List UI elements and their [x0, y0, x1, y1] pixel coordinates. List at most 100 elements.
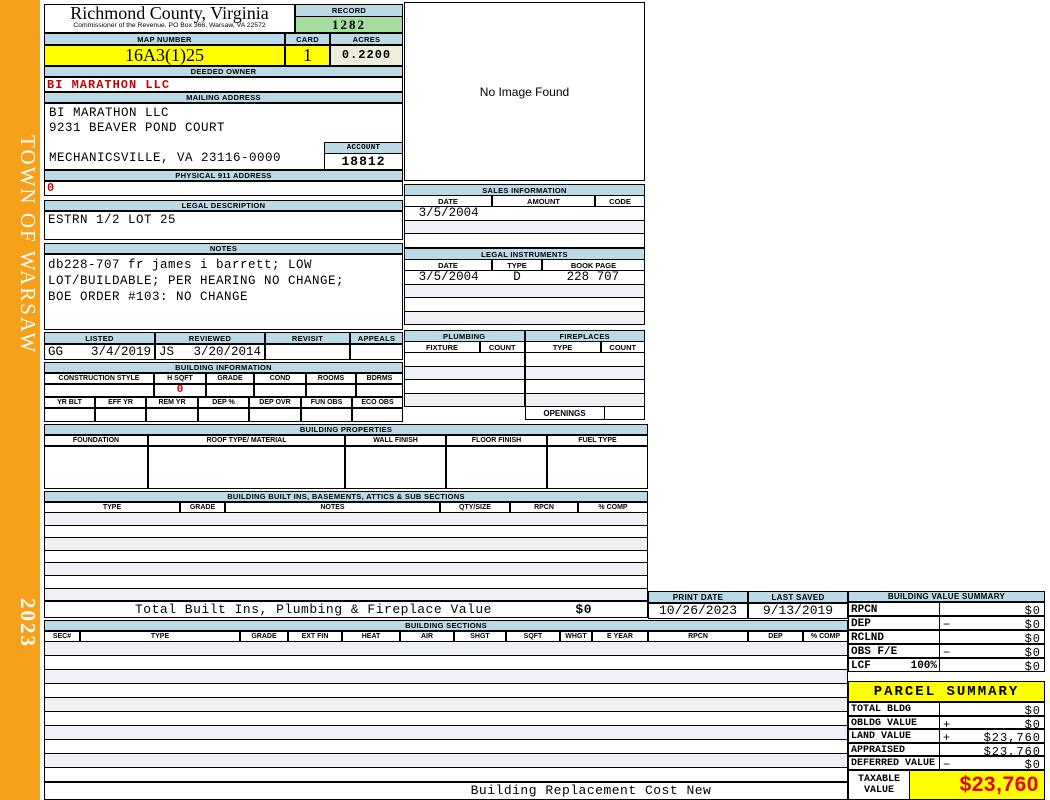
taxable-value-cell: $23,760 — [910, 769, 1045, 800]
listed-by: GG — [48, 345, 64, 359]
empty-row — [44, 538, 648, 551]
fixture-count-header: COUNT — [480, 341, 525, 353]
last-saved-value: 9/13/2019 — [748, 603, 848, 619]
building-value-summary-header: BUILDING VALUE SUMMARY — [848, 591, 1045, 602]
bdrms-value — [356, 384, 403, 397]
physical-911-address-value: 0 — [44, 181, 403, 196]
appeals-value — [350, 344, 403, 360]
dep-ovr-header: DEP OVR — [249, 397, 301, 408]
roof-type-material-value — [148, 446, 345, 489]
plumbing-fireplaces-table: PLUMBING FIREPLACES FIXTURE COUNT TYPE C… — [404, 330, 645, 420]
instrument-row — [404, 298, 645, 312]
jurisdiction-banner: TOWN OF WARSAW 2023 — [0, 0, 40, 800]
built-ins-total-label: Total Built Ins, Plumbing & Fireplace Va… — [135, 602, 492, 618]
empty-row — [44, 642, 848, 656]
openings-value — [604, 407, 645, 420]
building-sections-header: BUILDING SECTIONS — [44, 620, 848, 631]
construction-style-header: CONSTRUCTION STYLE — [44, 373, 154, 384]
instrument-row: 3/5/2004 D 228 707 — [404, 271, 645, 285]
property-record-card: TOWN OF WARSAW 2023 Richmond County, Vir… — [0, 0, 1050, 800]
mailing-line: 9231 BEAVER POND COURT — [49, 121, 226, 135]
empty-row — [44, 670, 848, 684]
card-header: CARD — [285, 33, 330, 45]
building-replacement-cost-row: Building Replacement Cost New — [44, 782, 848, 800]
taxable-value-label: TAXABLE VALUE — [848, 769, 910, 800]
construction-style-value — [44, 384, 154, 397]
rem-yr-value — [146, 408, 198, 422]
notes-line: BOE ORDER #103: NO CHANGE — [48, 290, 249, 304]
air-header: AIR — [400, 631, 454, 642]
taxable-value-amount: $23,760 — [959, 772, 1039, 796]
empty-row — [44, 684, 848, 698]
sec-num-header: SEC# — [44, 631, 80, 642]
roof-type-material-header: ROOF TYPE/ MATERIAL — [148, 435, 345, 446]
fun-obs-header: FUN OBS — [301, 397, 352, 408]
notes-line: db228-707 fr james i barrett; LOW — [48, 258, 313, 272]
summary-row-rclnd: RCLND $0 — [848, 630, 1045, 646]
empty-row — [44, 550, 648, 564]
dep-pct-header: DEP % — [198, 397, 249, 408]
ext-fin-header: EXT FIN — [288, 631, 342, 642]
dep-pct-value — [198, 408, 249, 422]
shgt-header: SHGT — [454, 631, 506, 642]
built-ins-table: BUILDING BUILT INS, BASEMENTS, ATTICS & … — [44, 491, 648, 619]
yr-blt-header: YR BLT — [44, 397, 95, 408]
plumbing-row — [404, 353, 645, 367]
sales-amount-header: AMOUNT — [492, 195, 595, 207]
acres-value: 0.2200 — [330, 45, 403, 66]
revisit-header: REVISIT — [265, 332, 350, 344]
revisit-value — [265, 344, 350, 360]
tax-year-vertical-label: 2023 — [16, 598, 40, 648]
builtins-qty-size-header: QTY/SIZE — [440, 502, 510, 513]
builtins-type-header: TYPE — [44, 502, 180, 513]
listed-header: LISTED — [44, 332, 155, 344]
bdrms-header: BDRMS — [356, 373, 403, 384]
eff-yr-value — [95, 408, 146, 422]
summary-row-dep: DEP − $0 — [848, 616, 1045, 632]
map-number-header: MAP NUMBER — [44, 33, 285, 45]
property-photo-placeholder: No Image Found — [404, 2, 645, 181]
sales-row — [404, 220, 645, 234]
parcel-row-appraised: APPRAISED VALUE $23,760 — [848, 742, 1045, 767]
notes-header: NOTES — [44, 243, 403, 254]
building-properties-header: BUILDING PROPERTIES — [44, 424, 648, 435]
empty-row — [44, 656, 848, 670]
record-value: 1282 — [295, 17, 403, 33]
section-pct-comp-header: % COMP — [803, 631, 848, 642]
account-header: ACCOUNT — [324, 142, 403, 154]
fixture-header: FIXTURE — [404, 341, 480, 353]
county-subtitle: Commissioner of the Revenue, PO Box 366,… — [73, 22, 266, 29]
mailing-address-header: MAILING ADDRESS — [44, 92, 403, 103]
section-rpcn-header: RPCN — [648, 631, 748, 642]
legal-description-header: LEGAL DESCRIPTION — [44, 200, 403, 211]
notes-box: db228-707 fr james i barrett; LOW LOT/BU… — [44, 254, 403, 330]
deeded-owner-header: DEEDED OWNER — [44, 66, 403, 77]
parcel-row-land: LAND VALUE + $23,760 — [848, 729, 1045, 745]
notes-line: LOT/BUILDABLE; PER HEARING NO CHANGE; — [48, 274, 345, 288]
listed-value: GG 3/4/2019 — [44, 344, 155, 360]
plumbing-row — [404, 393, 645, 407]
eco-obs-header: ECO OBS — [352, 397, 403, 408]
building-information-header: BUILDING INFORMATION — [44, 362, 403, 373]
section-dep-header: DEP — [748, 631, 803, 642]
floor-finish-header: FLOOR FINISH — [446, 435, 547, 446]
empty-row — [44, 588, 648, 602]
parcel-summary-header: PARCEL SUMMARY — [848, 681, 1045, 702]
e-year-header: E YEAR — [592, 631, 648, 642]
builtins-rpcn-header: RPCN — [510, 502, 578, 513]
fireplace-count-header: COUNT — [600, 341, 645, 353]
dep-ovr-value — [249, 408, 301, 422]
fireplace-type-header: TYPE — [524, 341, 601, 353]
parcel-row-deferred: DEFERRED VALUE − $0 — [848, 756, 1045, 772]
empty-row — [44, 563, 648, 576]
parcel-summary: PARCEL SUMMARY TOTAL BLDG VALUE $0 OBLDG… — [848, 681, 1045, 800]
reviewed-value: JS 3/20/2014 — [155, 344, 265, 360]
empty-row — [44, 740, 848, 754]
map-number-value: 16A3(1)25 — [44, 45, 285, 66]
print-date-header: PRINT DATE — [648, 591, 748, 603]
acres-header: ACRES — [330, 33, 403, 45]
rooms-value — [306, 384, 356, 397]
empty-row — [44, 754, 848, 768]
summary-row-obs-fe: OBS F/E − $0 — [848, 644, 1045, 660]
wall-finish-value — [345, 446, 446, 489]
